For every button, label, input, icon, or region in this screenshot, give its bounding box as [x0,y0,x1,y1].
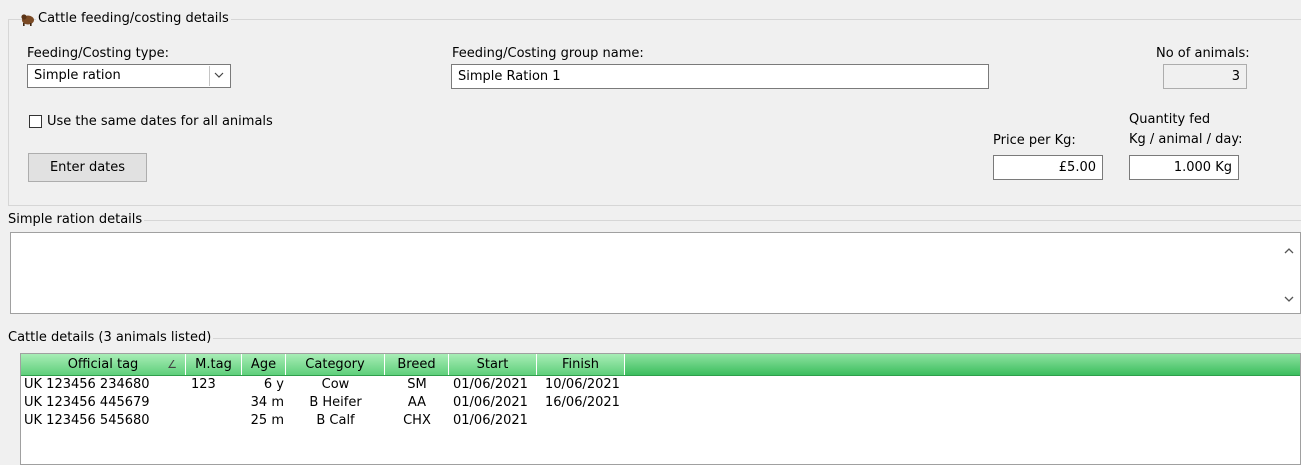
num-animals-value: 3 [1231,69,1240,84]
quantity-label-line2: Kg / animal / day: [1129,132,1243,147]
same-dates-label[interactable]: Use the same dates for all animals [47,114,273,129]
col-breed[interactable]: Breed [385,354,449,375]
col-category[interactable]: Category [286,354,385,375]
group-name-label: Feeding/Costing group name: [452,46,644,61]
chevron-down-icon [214,72,224,78]
feeding-type-select[interactable]: Simple ration [27,64,231,88]
cell-finish: 10/06/2021 [545,377,620,392]
col-official-tag-label: Official tag [67,357,139,372]
scroll-up-icon[interactable] [1282,245,1296,257]
cell-age: 34 m [250,395,284,410]
quantity-input[interactable]: 1.000 Kg [1129,155,1239,180]
cell-category: B Heifer [309,395,362,410]
cell-official-tag: UK 123456 545680 [24,413,150,428]
feeding-type-label: Feeding/Costing type: [27,46,170,61]
cell-category: B Calf [316,413,355,428]
cell-category: Cow [321,377,350,392]
cell-start: 01/06/2021 [453,413,528,428]
col-age[interactable]: Age [242,354,286,375]
col-mtag-label: M.tag [195,357,232,372]
cell-breed: SM [407,377,427,392]
col-start-label: Start [476,357,509,372]
cell-breed: CHX [403,413,431,428]
cell-start: 01/06/2021 [453,395,528,410]
dropdown-button[interactable] [209,66,229,86]
scroll-down-icon[interactable] [1282,293,1296,305]
feeding-section-title: Cattle feeding/costing details [36,11,231,26]
table-row[interactable]: UK 123456 445679 34 m B Heifer AA 01/06/… [21,394,1300,412]
table-header: Official tag ∠ M.tag Age Category Breed … [21,354,1300,376]
price-input[interactable]: £5.00 [993,155,1103,180]
feeding-type-value: Simple ration [34,68,121,83]
col-age-label: Age [250,357,277,372]
cell-mtag: 123 [191,377,216,392]
enter-dates-button[interactable]: Enter dates [28,153,147,182]
cell-official-tag: UK 123456 234680 [24,377,150,392]
col-mtag[interactable]: M.tag [186,354,242,375]
quantity-value: 1.000 Kg [1173,160,1232,175]
col-official-tag[interactable]: Official tag ∠ [21,354,186,375]
quantity-label-line1: Quantity fed [1129,112,1211,127]
sort-asc-icon: ∠ [167,358,177,371]
table-row[interactable]: UK 123456 545680 25 m B Calf CHX 01/06/2… [21,412,1300,430]
col-finish-label: Finish [561,357,599,372]
cell-finish: 16/06/2021 [545,395,620,410]
cell-age: 6 y [263,377,284,392]
cattle-section-title: Cattle details (3 animals listed) [8,330,214,345]
col-start[interactable]: Start [449,354,537,375]
price-label: Price per Kg: [993,133,1076,148]
table-row[interactable]: UK 123456 234680 123 6 y Cow SM 01/06/20… [21,376,1300,394]
col-finish[interactable]: Finish [537,354,625,375]
cattle-icon [20,11,36,27]
num-animals-label: No of animals: [1156,46,1250,61]
num-animals-field: 3 [1163,64,1247,89]
ration-section-title: Simple ration details [8,212,145,227]
cattle-table[interactable]: Official tag ∠ M.tag Age Category Breed … [20,353,1301,465]
cell-official-tag: UK 123456 445679 [24,395,150,410]
ration-details-textarea[interactable] [10,232,1301,314]
group-name-value: Simple Ration 1 [458,69,561,84]
cell-age: 25 m [250,413,284,428]
col-category-label: Category [305,357,365,372]
cell-start: 01/06/2021 [453,377,528,392]
col-breed-label: Breed [397,357,436,372]
price-value: £5.00 [1058,160,1096,175]
same-dates-checkbox[interactable] [29,115,42,128]
group-name-input[interactable]: Simple Ration 1 [451,64,989,89]
cell-breed: AA [407,395,427,410]
